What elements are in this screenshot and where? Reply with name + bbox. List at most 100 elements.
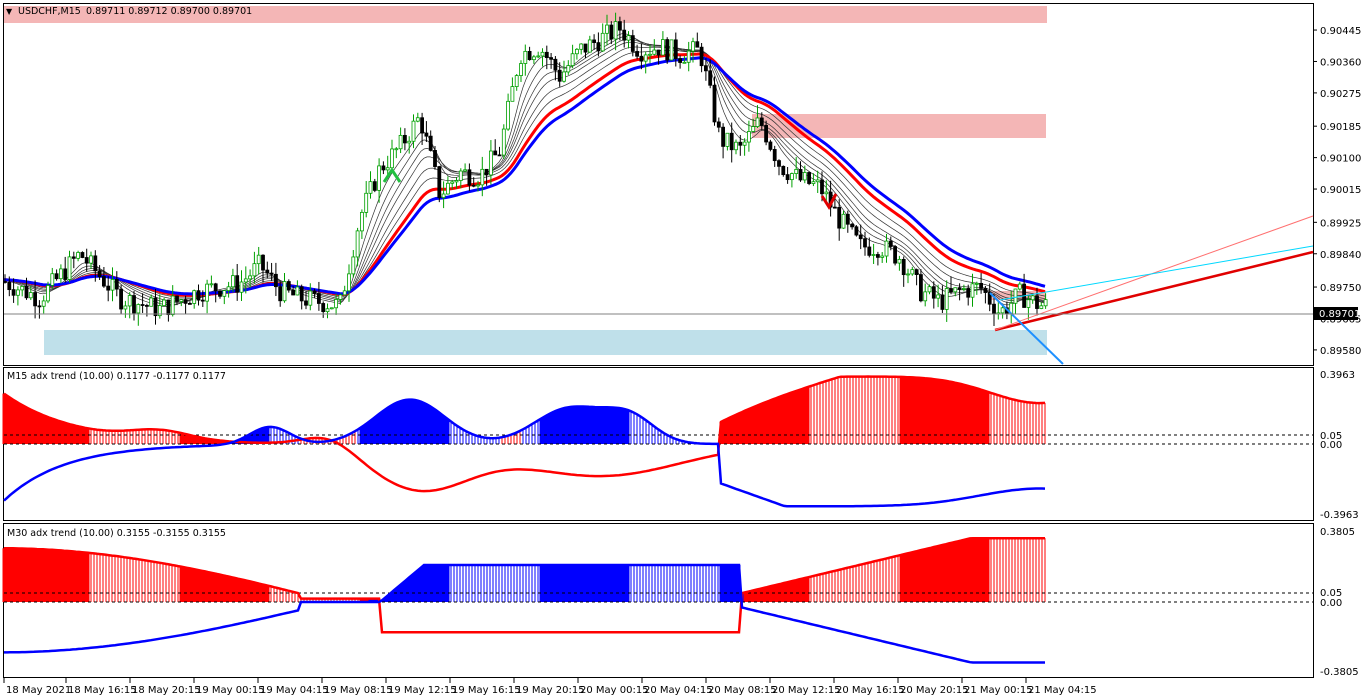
- candle-body: [1013, 288, 1018, 304]
- candle-body: [841, 213, 846, 229]
- candle-body: [970, 283, 975, 298]
- candle-body: [312, 290, 317, 294]
- time-tick-label: 18 May 16:15: [68, 685, 137, 696]
- candle-body: [712, 84, 717, 123]
- candle-body: [673, 39, 678, 59]
- candle-body: [820, 179, 824, 195]
- candle-body: [661, 39, 665, 56]
- adx-m15-tick-bottom: -0.3963: [1320, 510, 1359, 521]
- candle-body: [153, 297, 158, 317]
- candle-body: [67, 256, 72, 280]
- candle-body: [7, 281, 12, 291]
- candle-body: [89, 255, 93, 264]
- candle-body: [919, 274, 923, 302]
- candle-body: [415, 117, 420, 122]
- candle-body: [708, 70, 713, 86]
- candle-body: [269, 272, 274, 275]
- candle-body: [755, 117, 760, 127]
- candle-body: [759, 117, 764, 126]
- candle-body: [205, 283, 210, 302]
- candle-body: [549, 57, 553, 60]
- candle-body: [1026, 299, 1031, 308]
- candle-body: [71, 256, 76, 259]
- candle-body: [342, 290, 347, 296]
- candle-body: [867, 246, 872, 256]
- candle-body: [927, 286, 932, 293]
- candle-body: [334, 299, 339, 309]
- candle-body: [114, 279, 119, 290]
- candle-body: [24, 286, 29, 299]
- candle-body: [540, 51, 545, 57]
- candle-body: [261, 254, 265, 271]
- candle-body: [213, 283, 218, 292]
- candle-body: [704, 65, 708, 72]
- candle-body: [304, 300, 308, 306]
- adx-m30-title: M30 adx trend (10.00) 0.3155 -0.3155 0.3…: [7, 528, 226, 539]
- price-tick-label: 0.90185: [1320, 122, 1361, 133]
- candle-body: [656, 49, 661, 56]
- candle-body: [815, 179, 820, 183]
- candle-body: [669, 39, 674, 61]
- candle-body: [239, 281, 244, 293]
- adx-m30-tick-bottom: -0.3805: [1320, 667, 1359, 678]
- candle-body: [536, 55, 541, 58]
- candle-body: [424, 132, 429, 137]
- candle-body: [286, 281, 291, 291]
- candle-body: [751, 126, 756, 132]
- price-tick-label: 0.90445: [1320, 26, 1361, 37]
- candle-body: [316, 293, 321, 304]
- candle-body: [407, 140, 412, 144]
- candle-body: [734, 141, 738, 151]
- candle-body: [166, 299, 171, 316]
- time-tick-label: 19 May 08:15: [324, 685, 393, 696]
- candle-body: [695, 41, 700, 48]
- candle-body: [458, 170, 463, 181]
- candle-body: [325, 308, 330, 313]
- candle-body: [738, 141, 743, 146]
- price-tick-label: 0.89750: [1320, 283, 1361, 294]
- time-tick-label: 18 May 2021: [6, 685, 71, 696]
- chart-menu-icon[interactable]: ▼: [6, 7, 13, 16]
- candle-body: [781, 165, 786, 176]
- candle-body: [282, 281, 287, 302]
- candle-body: [359, 211, 364, 232]
- candle-body: [63, 268, 68, 280]
- candle-body: [222, 290, 227, 297]
- candle-body: [949, 288, 953, 293]
- candle-body: [476, 184, 480, 187]
- time-tick-label: 21 May 00:15: [964, 685, 1033, 696]
- candle-body: [785, 174, 790, 181]
- candle-body: [914, 269, 919, 275]
- candle-body: [910, 269, 915, 275]
- candle-body: [127, 295, 132, 307]
- candle-body: [596, 42, 601, 52]
- candle-body: [880, 255, 885, 258]
- candle-body: [953, 287, 958, 293]
- candle-body: [59, 268, 63, 280]
- candle-body: [570, 53, 575, 66]
- current-price-label: 0.89701: [1319, 309, 1360, 320]
- candle-body: [833, 206, 837, 209]
- candle-body: [871, 254, 876, 256]
- candle-body: [162, 299, 167, 307]
- time-tick-label: 21 May 04:15: [1028, 685, 1097, 696]
- candle-body: [501, 128, 506, 156]
- time-tick-label: 19 May 00:15: [196, 685, 265, 696]
- candle-body: [966, 288, 971, 298]
- candle-body: [37, 305, 42, 308]
- candle-body: [338, 294, 343, 300]
- candle-body: [450, 181, 455, 184]
- candle-body: [600, 32, 605, 52]
- candle-body: [931, 286, 936, 299]
- candle-body: [583, 43, 588, 53]
- price-tick-label: 0.89840: [1320, 250, 1361, 261]
- candle-body: [144, 304, 149, 307]
- candle-body: [497, 154, 502, 157]
- candle-body: [308, 290, 313, 306]
- candle-body: [441, 193, 446, 198]
- candle-body: [200, 299, 205, 302]
- candle-body: [764, 124, 768, 143]
- time-tick-label: 19 May 12:15: [388, 685, 457, 696]
- candle-body: [906, 273, 910, 276]
- candle-body: [102, 276, 106, 287]
